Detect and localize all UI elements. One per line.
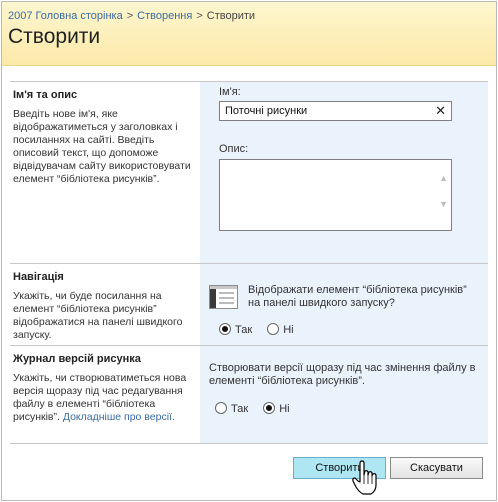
breadcrumb-current: Створити bbox=[206, 10, 256, 22]
version-history-section: Журнал версій рисунка Укажіть, чи створю… bbox=[10, 345, 488, 443]
breadcrumb-link-create[interactable]: Створення bbox=[137, 10, 192, 22]
navigation-radio-yes[interactable] bbox=[219, 323, 231, 335]
name-input-value: Поточні рисунки bbox=[225, 105, 308, 117]
radio-label-no: Ні bbox=[279, 403, 290, 415]
section-fields: Ім'я: Поточні рисунки ✕ Опис: ▲ ▼ bbox=[200, 82, 488, 263]
cancel-button[interactable]: Скасувати bbox=[390, 457, 483, 479]
version-question: Створювати версії щоразу під час зміненн… bbox=[209, 362, 476, 387]
scroll-up-icon[interactable]: ▲ bbox=[439, 173, 448, 183]
name-description-section: Ім'я та опис Введіть нове ім'я, яке відо… bbox=[10, 81, 488, 263]
section-fields: Відображати елемент “бібліотека рисунків… bbox=[200, 264, 488, 345]
clear-icon[interactable]: ✕ bbox=[435, 104, 446, 118]
breadcrumb: 2007 Головна сторінка > Створення > Створити bbox=[8, 10, 255, 22]
section-description: Укажіть, чи буде посилання на елемент “б… bbox=[13, 290, 183, 341]
page-header: 2007 Головна сторінка > Створення > Створити… bbox=[2, 2, 496, 66]
name-label: Ім'я: bbox=[219, 86, 241, 98]
section-info: Журнал версій рисунка Укажіть, чи створю… bbox=[10, 346, 198, 424]
section-fields: Створювати версії щоразу під час зміненн… bbox=[200, 346, 488, 443]
page-title: Створити bbox=[8, 25, 101, 48]
navigation-question: Відображати елемент “бібліотека рисунків… bbox=[248, 284, 467, 309]
section-title: Журнал версій рисунка bbox=[13, 353, 141, 365]
navigation-section: Навігація Укажіть, чи буде посилання на … bbox=[10, 263, 488, 345]
version-radio-no[interactable] bbox=[263, 402, 276, 414]
navigation-radio-group: Так Ні bbox=[219, 323, 306, 336]
section-title: Ім'я та опис bbox=[13, 89, 78, 101]
navigation-radio-no[interactable] bbox=[267, 323, 280, 335]
radio-label-yes: Так bbox=[235, 324, 253, 336]
breadcrumb-separator: > bbox=[126, 10, 134, 22]
scroll-down-icon[interactable]: ▼ bbox=[439, 199, 448, 209]
radio-label-no: Ні bbox=[283, 324, 294, 336]
radio-label-yes: Так bbox=[231, 403, 249, 415]
button-bar: Створити Скасувати bbox=[10, 443, 488, 479]
version-learn-more-link[interactable]: Докладніше про версії. bbox=[63, 411, 175, 423]
breadcrumb-separator: > bbox=[196, 10, 203, 22]
section-info: Ім'я та опис Введіть нове ім'я, яке відо… bbox=[10, 82, 198, 186]
version-radio-group: Так Ні bbox=[215, 402, 302, 415]
section-description: Укажіть, чи створюватиметься нова версія… bbox=[13, 372, 195, 424]
dialog-frame: 2007 Головна сторінка > Створення > Створити… bbox=[1, 1, 497, 501]
version-radio-yes[interactable] bbox=[215, 402, 227, 414]
description-textarea[interactable]: ▲ ▼ bbox=[219, 159, 452, 231]
breadcrumb-link-home[interactable]: 2007 Головна сторінка bbox=[8, 10, 123, 22]
quick-launch-icon bbox=[209, 285, 238, 309]
section-description: Введіть нове ім'я, яке відображатиметься… bbox=[13, 108, 191, 185]
description-label: Опис: bbox=[219, 143, 249, 155]
name-input[interactable]: Поточні рисунки ✕ bbox=[219, 101, 452, 121]
hand-cursor-icon bbox=[352, 460, 377, 495]
section-info: Навігація Укажіть, чи буде посилання на … bbox=[10, 264, 198, 342]
section-title: Навігація bbox=[13, 271, 64, 283]
